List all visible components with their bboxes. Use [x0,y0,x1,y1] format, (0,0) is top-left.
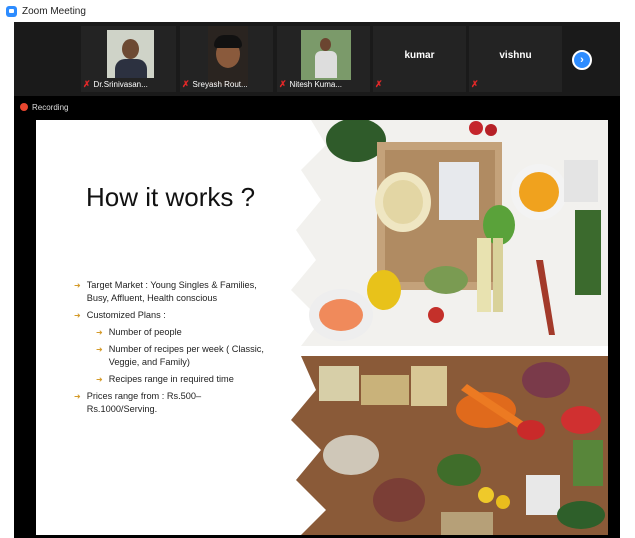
bullet-arrow-icon: ➜ [74,281,81,290]
participant-tile[interactable]: ✗ Sreyash Rout... [180,26,273,92]
participant-name-label: vishnu [499,50,532,61]
participant-name-label: kumar [404,50,435,61]
slide-food-photos [281,120,608,535]
participant-name-label: ✗ Sreyash Rout... [182,79,248,89]
bullet-arrow-icon: ➜ [96,345,103,354]
participant-tile[interactable]: vishnu ✗ [469,26,562,92]
participant-name-label: ✗ Nitesh Kuma... [279,79,343,89]
muted-mic-icon: ✗ [83,79,91,89]
meeting-window: ✗ Dr.Srinivasan... ✗ Sreyash Rout... ✗ N… [14,22,620,538]
muted-mic-icon: ✗ [279,79,287,89]
participant-mic-status: ✗ [469,79,482,90]
participant-mic-status: ✗ [373,79,386,90]
record-icon [20,103,28,111]
list-item: ➜ Prices range from : Rs.500– Rs.1000/Se… [74,391,202,414]
participant-tile[interactable]: kumar ✗ [373,26,466,92]
zoom-logo-icon [6,5,17,17]
list-item: ➜ Customized Plans : [74,310,166,320]
muted-mic-icon: ✗ [375,79,383,89]
list-item: ➜ Recipes range in required time [96,374,234,384]
participant-video [208,26,248,86]
list-item: ➜ Target Market : Young Singles & Famili… [74,280,257,303]
recording-label: Recording [32,102,69,112]
list-item: ➜ Number of recipes per week ( Classic, … [96,344,264,367]
window-title: Zoom Meeting [22,5,86,17]
title-bar: Zoom Meeting [0,0,635,22]
bullet-arrow-icon: ➜ [74,392,81,401]
bullet-arrow-icon: ➜ [74,311,81,320]
participant-video [301,30,351,80]
bullet-arrow-icon: ➜ [96,375,103,384]
muted-mic-icon: ✗ [182,79,190,89]
slide-bullet-list: ➜ Target Market : Young Singles & Famili… [74,279,264,420]
participant-tile[interactable]: ✗ Dr.Srinivasan... [81,26,176,92]
shared-screen-slide: How it works ? ➜ Target Market : Young S… [36,120,608,535]
list-item: ➜ Number of people [96,327,182,337]
participant-strip: ✗ Dr.Srinivasan... ✗ Sreyash Rout... ✗ N… [14,22,620,96]
participant-name-label: ✗ Dr.Srinivasan... [83,79,148,89]
participant-tile[interactable]: ✗ Nitesh Kuma... [277,26,370,92]
chevron-right-icon: › [580,54,584,66]
meal-kit-ingredients-image [281,120,608,535]
next-participants-button[interactable]: › [572,50,592,70]
recording-indicator[interactable]: Recording [14,100,620,114]
participant-video [107,30,154,78]
bullet-arrow-icon: ➜ [96,328,103,337]
slide-title: How it works ? [86,182,256,212]
muted-mic-icon: ✗ [471,79,479,89]
